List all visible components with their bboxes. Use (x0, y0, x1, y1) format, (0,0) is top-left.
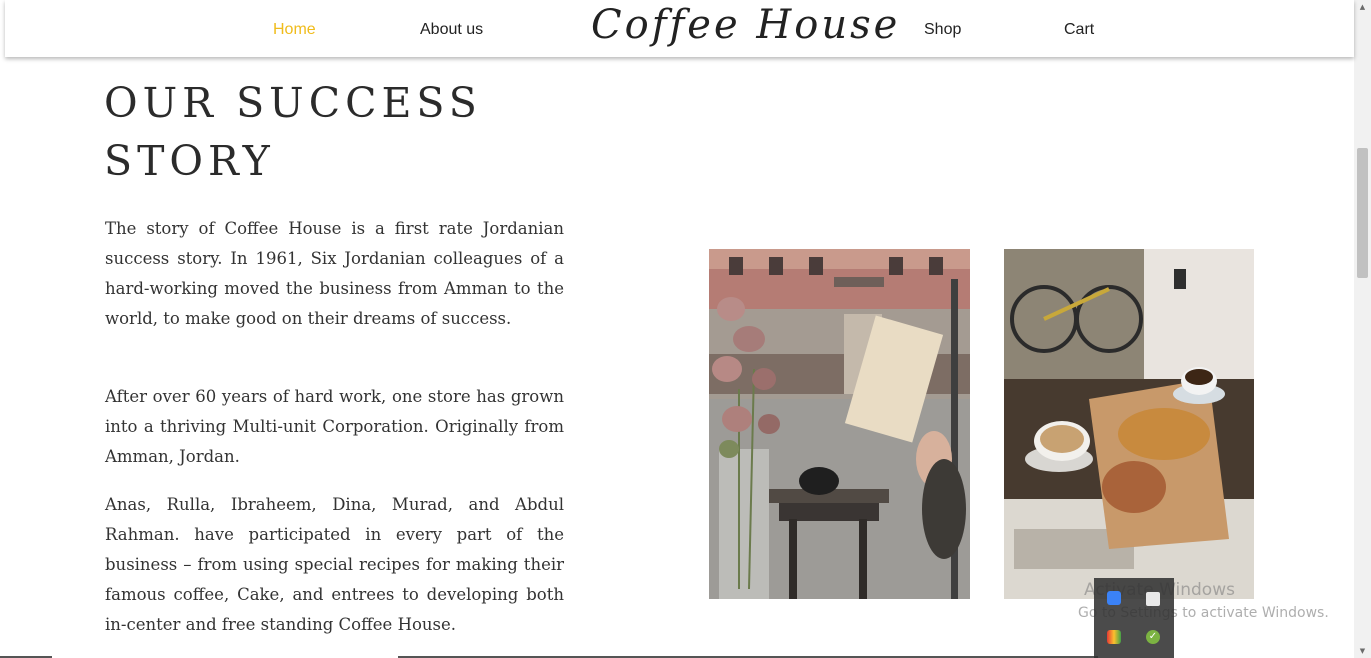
heading-line-1: OUR SUCCESS (104, 79, 482, 127)
brand-logo-text[interactable]: Coffee House (591, 2, 900, 48)
check-shield-icon[interactable]: ✓ (1146, 630, 1160, 644)
story-paragraph-1: The story of Coffee House is a first rat… (105, 219, 564, 328)
nav-home-link[interactable]: Home (273, 21, 316, 39)
scroll-down-icon[interactable]: ▼ (1354, 644, 1371, 658)
story-paragraph-3: Anas, Rulla, Ibraheem, Dina, Murad, and … (105, 495, 564, 634)
note-icon[interactable] (1146, 592, 1160, 606)
heading-line-2: STORY (104, 137, 275, 185)
nav-cart-link[interactable]: Cart (1064, 21, 1094, 39)
nav-about-link[interactable]: About us (420, 21, 483, 39)
vertical-scrollbar[interactable]: ▲ ▼ (1354, 0, 1371, 658)
system-tray-popup: ✓ (1094, 578, 1174, 658)
story-paragraph-2: After over 60 years of hard work, one st… (105, 387, 564, 466)
cafe-window-photo (709, 249, 970, 599)
coffee-croissant-photo (1004, 249, 1254, 599)
colorful-app-icon[interactable] (1107, 630, 1121, 644)
nav-shop-link[interactable]: Shop (924, 21, 961, 39)
scrollbar-thumb[interactable] (1357, 148, 1368, 278)
success-story-heading: OUR SUCCESS STORY (104, 74, 624, 190)
scroll-up-icon[interactable]: ▲ (1354, 0, 1371, 14)
top-navbar: Home About us Coffee House Shop Cart (5, 0, 1354, 57)
app-blue-icon[interactable] (1107, 591, 1121, 605)
